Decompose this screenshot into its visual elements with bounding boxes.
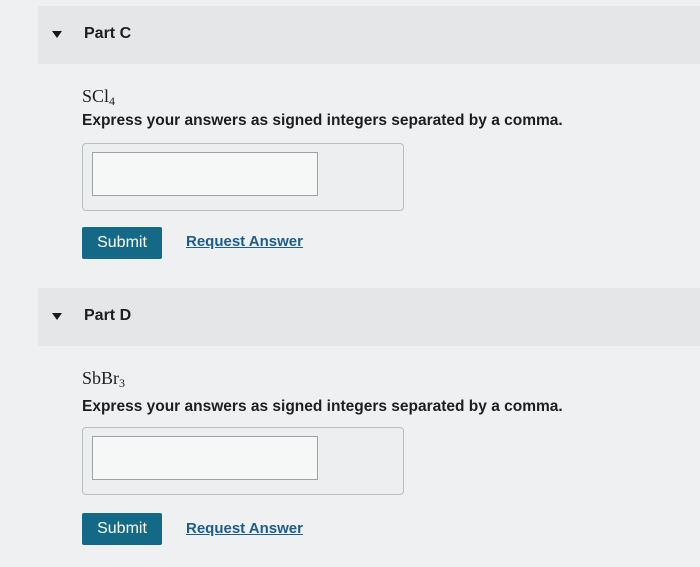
part-c-submit-button[interactable]: Submit <box>82 227 162 259</box>
part-c-formula-base: SCl <box>82 86 110 106</box>
part-d-answer-input[interactable] <box>92 436 318 480</box>
part-d-title: Part D <box>84 307 132 324</box>
part-c-title: Part C <box>84 25 132 42</box>
caret-down-icon[interactable] <box>52 31 62 38</box>
part-c-formula: SCl4 <box>82 86 115 109</box>
part-d-formula-subscript: 3 <box>119 376 126 390</box>
part-c-header[interactable]: Part C <box>38 6 700 64</box>
caret-down-icon[interactable] <box>52 313 62 320</box>
part-d-answer-container <box>82 427 404 495</box>
part-c-instructions: Express your answers as signed integers … <box>82 112 563 129</box>
part-c-answer-input[interactable] <box>92 152 318 196</box>
part-d-formula-base: SbBr <box>82 368 120 388</box>
part-c-answer-container <box>82 143 404 211</box>
part-d-request-answer-link[interactable]: Request Answer <box>186 520 303 537</box>
part-d-formula: SbBr3 <box>82 368 125 391</box>
part-c-formula-subscript: 4 <box>109 94 116 108</box>
part-c-request-answer-link[interactable]: Request Answer <box>186 233 303 250</box>
part-d-instructions: Express your answers as signed integers … <box>82 398 563 415</box>
part-d-header[interactable]: Part D <box>38 288 700 346</box>
part-d-submit-button[interactable]: Submit <box>82 513 162 545</box>
